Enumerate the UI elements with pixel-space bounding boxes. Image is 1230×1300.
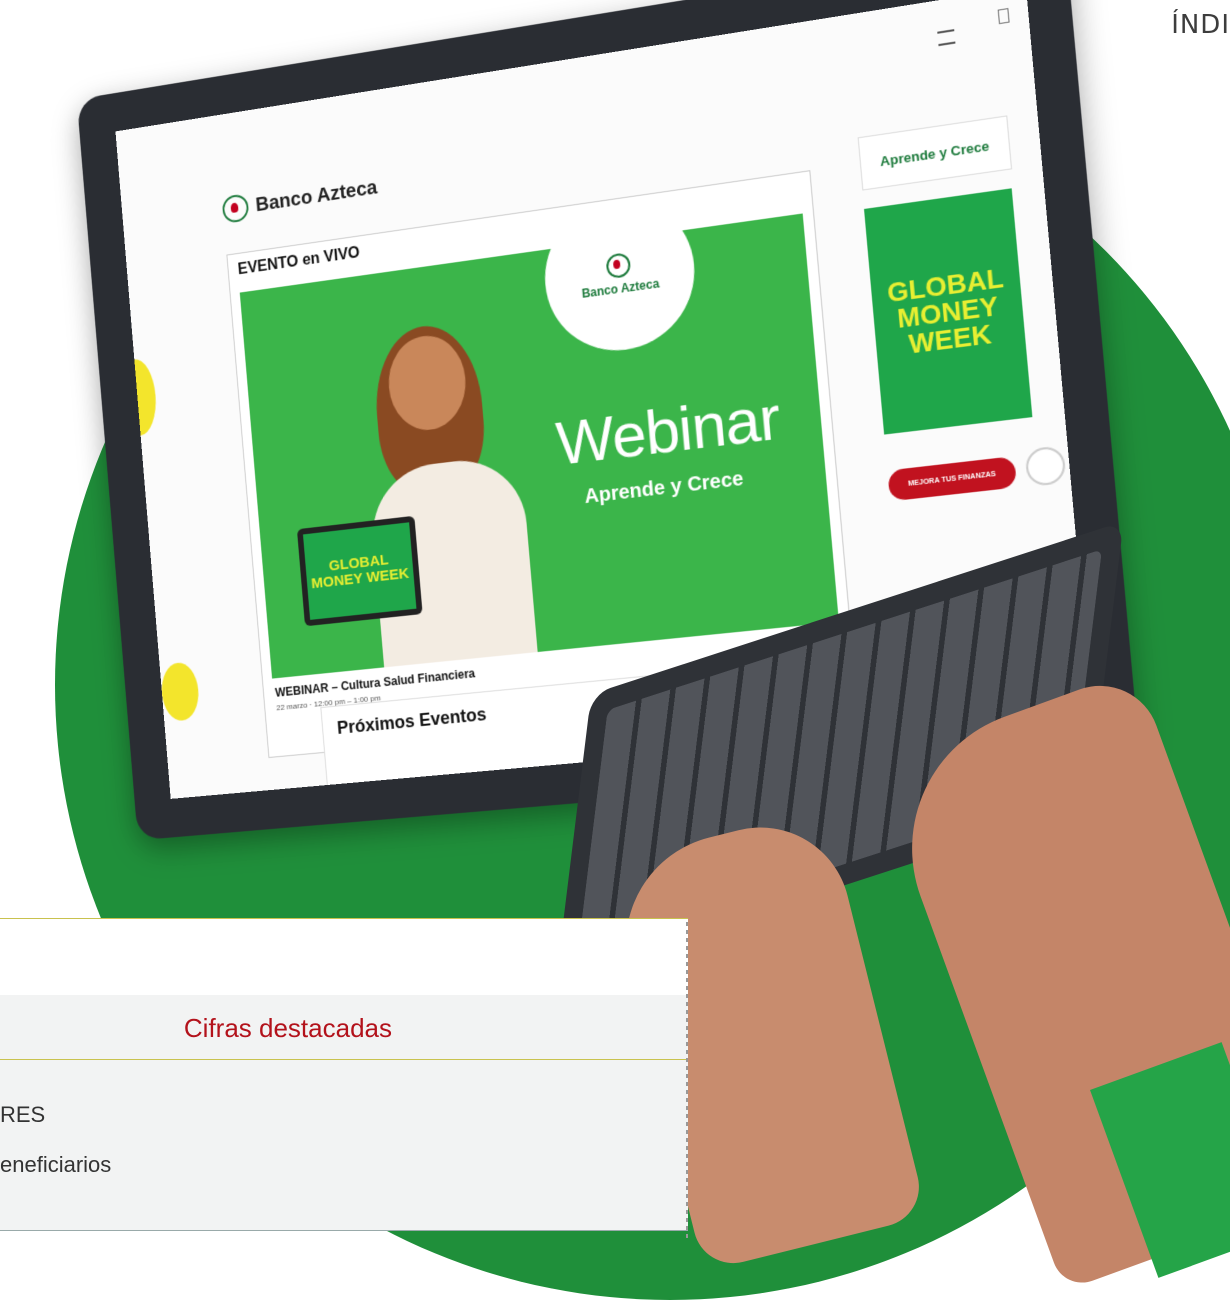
bank-logo-icon [221,193,250,224]
banner-laptop-screen-text: GLOBAL MONEY WEEK [302,522,417,620]
panel-header [0,918,688,996]
banner-headline: Webinar [553,382,783,479]
banner-logo-icon [605,252,632,280]
panel-row-label: eneficiarios [0,1152,112,1177]
index-label[interactable]: ÍNDI [1171,10,1230,40]
bank-logo-text: Banco Azteca [254,176,379,216]
presenter-photo [347,319,539,678]
banner-logo: Banco Azteca [538,213,701,360]
finance-icon[interactable] [1024,445,1067,488]
banner-logo-text: Banco Azteca [581,276,660,301]
yellow-decor-dot [159,661,201,723]
bank-logo[interactable]: Banco Azteca [221,174,379,224]
panel-row-label: RES [0,1102,46,1127]
live-section-title: EVENTO en VIVO [237,244,361,279]
menu-icon[interactable] [937,29,956,47]
upcoming-events-title: Próximos Eventos [336,704,488,738]
panel-subheader: Cifras destacadas [0,995,688,1060]
highlights-panel: Cifras destacadas RES eneficiarios [0,918,688,1238]
bookmark-icon[interactable] [997,8,1010,25]
panel-edge-divider [686,918,688,1238]
webinar-banner[interactable]: Banco Azteca GLOBAL MONEY WEEK Webinar A… [239,213,839,679]
aprende-y-crece-button[interactable]: Aprende y Crece [857,115,1013,191]
mejora-tus-finanzas-button[interactable]: MEJORA TUS FINANZAS [887,456,1018,502]
banner-laptop-image: GLOBAL MONEY WEEK [296,515,423,627]
panel-body: RES eneficiarios [0,1060,688,1231]
cifras-destacadas-heading: Cifras destacadas [183,1013,392,1043]
global-money-week-tile[interactable]: GLOBAL MONEY WEEK [864,188,1033,435]
